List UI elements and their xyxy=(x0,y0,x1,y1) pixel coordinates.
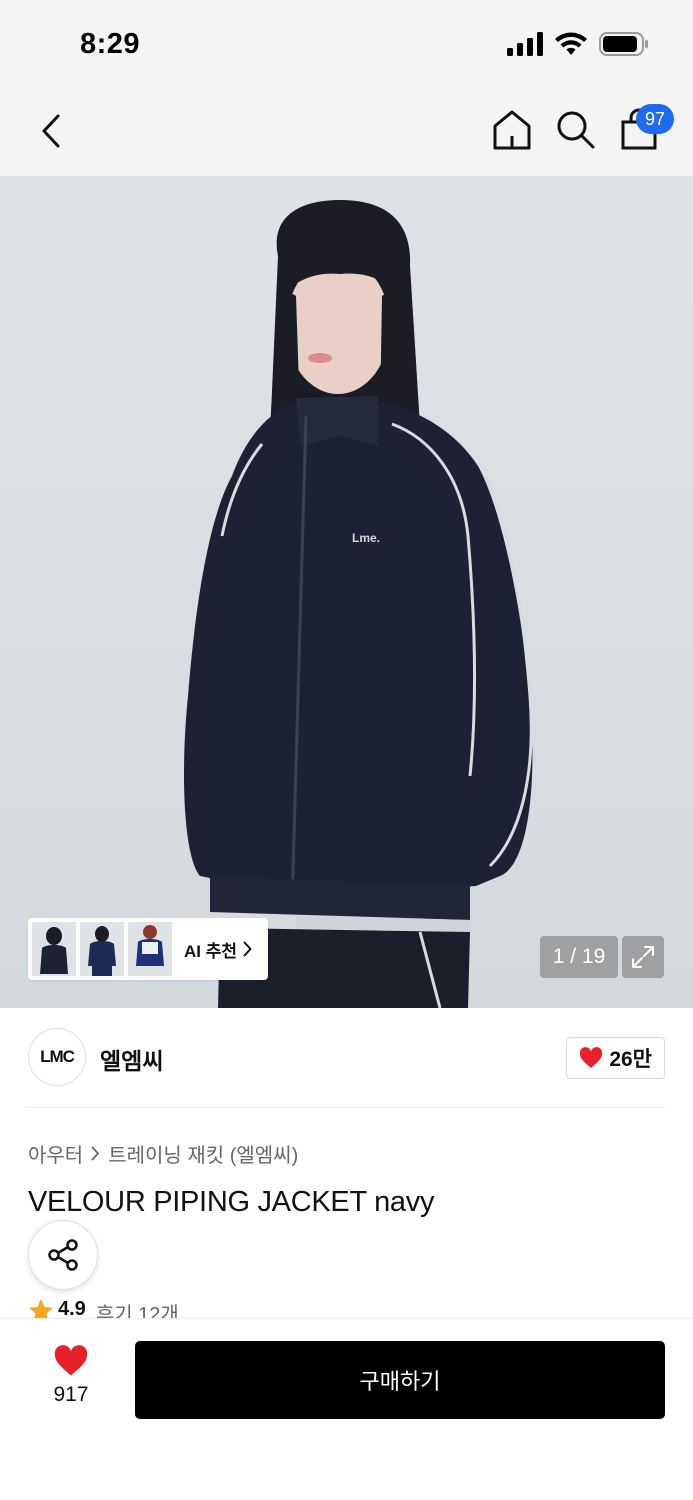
share-button[interactable] xyxy=(28,1220,98,1290)
product-title: VELOUR PIPING JACKET navy xyxy=(28,1186,435,1218)
divider xyxy=(28,1107,665,1108)
status-bar: 8:29 xyxy=(0,0,693,88)
search-button[interactable] xyxy=(555,108,597,152)
heart-icon xyxy=(580,1047,603,1068)
product-photo: Lme. xyxy=(184,200,533,1008)
share-icon xyxy=(48,1239,78,1271)
nav-bar xyxy=(0,88,693,176)
search-icon xyxy=(557,111,595,149)
signal-icon xyxy=(507,32,543,56)
breadcrumb-subcategory[interactable]: 트레이닝 재킷 (엘엠씨) xyxy=(108,1139,298,1168)
status-time: 8:29 xyxy=(80,28,141,60)
heart-icon xyxy=(54,1345,88,1376)
wifi-icon xyxy=(555,32,587,55)
svg-text:Lme.: Lme. xyxy=(352,531,380,545)
brand-row[interactable]: LMC 엘엠씨 26만 xyxy=(28,1028,665,1086)
wishlist-count: 917 xyxy=(53,1383,89,1406)
ai-recommend-widget[interactable]: AI 추천 xyxy=(28,918,268,980)
breadcrumb-category[interactable]: 아우터 xyxy=(28,1139,83,1168)
brand-logo[interactable]: LMC xyxy=(28,1028,86,1086)
cart-badge: 97 xyxy=(636,104,674,134)
wishlist-button[interactable]: 917 xyxy=(40,1345,102,1415)
buy-button[interactable]: 구매하기 xyxy=(135,1341,665,1419)
brand-name[interactable]: 엘엠씨 xyxy=(100,1042,163,1076)
review-count[interactable]: 후기 12개 xyxy=(96,1298,179,1320)
rating-row[interactable]: 4.9 후기 12개 xyxy=(28,1298,179,1320)
chevron-left-icon xyxy=(42,114,60,148)
chevron-right-icon xyxy=(91,1146,100,1161)
back-button[interactable] xyxy=(34,110,68,152)
bottom-bar: 917 구매하기 xyxy=(0,1318,693,1500)
breadcrumb: 아우터 트레이닝 재킷 (엘엠씨) xyxy=(28,1139,298,1168)
brand-like-count: 26만 xyxy=(609,1048,652,1071)
chevron-right-icon xyxy=(243,941,252,957)
ai-recommend-link[interactable]: AI 추천 xyxy=(184,937,252,962)
status-icons xyxy=(507,32,649,56)
brand-like-button[interactable]: 26만 xyxy=(566,1037,665,1079)
ai-recommend-label: AI 추천 xyxy=(184,941,238,961)
image-page-counter: 1 / 19 xyxy=(540,936,618,978)
rating-score: 4.9 xyxy=(58,1298,86,1320)
recommend-thumbnail[interactable] xyxy=(32,922,76,976)
battery-icon xyxy=(599,32,648,56)
expand-icon xyxy=(632,946,654,968)
product-image[interactable]: Lme. xyxy=(0,176,693,1008)
recommend-thumbnail[interactable] xyxy=(128,922,172,976)
recommend-thumbnail[interactable] xyxy=(80,922,124,976)
home-button[interactable] xyxy=(491,108,533,152)
star-icon xyxy=(29,1299,53,1320)
expand-button[interactable] xyxy=(622,936,664,978)
home-icon xyxy=(493,110,531,150)
